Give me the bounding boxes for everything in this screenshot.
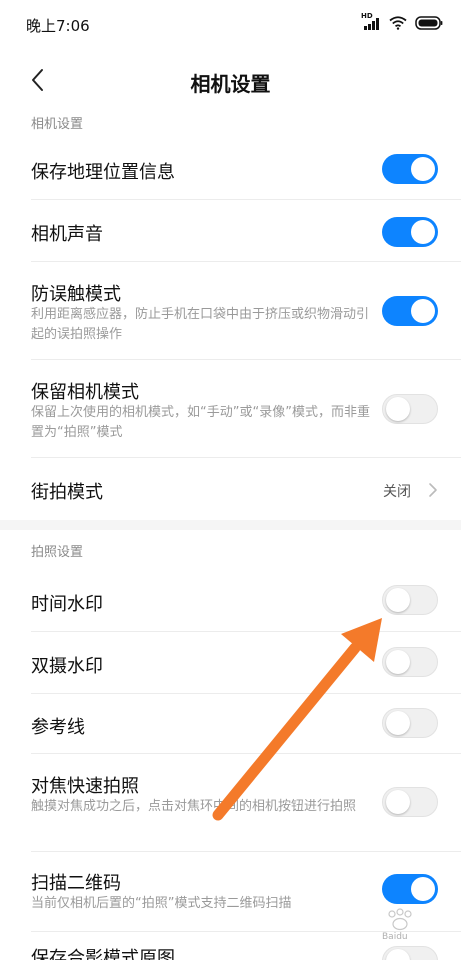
setting-row-dual-watermark[interactable]: 双摄水印	[0, 632, 461, 694]
keep-mode-toggle[interactable]	[382, 394, 438, 424]
section-header-photo: 拍照设置	[31, 545, 84, 560]
anti-mistouch-toggle[interactable]	[382, 296, 438, 326]
row-title: 参考线	[31, 717, 85, 738]
setting-row-grid-lines[interactable]: 参考线	[0, 694, 461, 754]
dual-watermark-toggle[interactable]	[382, 647, 438, 677]
section-header-camera: 相机设置	[31, 117, 84, 132]
row-title: 相机声音	[31, 224, 103, 245]
time-watermark-toggle[interactable]	[382, 585, 438, 615]
setting-row-time-watermark[interactable]: 时间水印	[0, 570, 461, 632]
status-icons: HD	[361, 12, 443, 32]
setting-row-focus-shoot[interactable]: 对焦快速拍照 触摸对焦成功之后，点击对焦环中间的相机按钮进行拍照	[0, 754, 461, 852]
battery-icon	[415, 16, 443, 30]
save-group-photo-toggle[interactable]	[382, 946, 438, 960]
row-description: 利用距离感应器，防止手机在口袋中由于挤压或织物滑动引起的误拍照操作	[31, 307, 370, 342]
watermark-text: Baidu	[382, 932, 408, 942]
row-title: 双摄水印	[31, 656, 103, 677]
setting-row-camera-sound[interactable]: 相机声音	[0, 200, 461, 262]
save-location-toggle[interactable]	[382, 154, 438, 184]
section-divider	[0, 520, 461, 530]
chevron-right-icon	[429, 483, 437, 497]
camera-sound-toggle[interactable]	[382, 217, 438, 247]
wifi-icon	[389, 16, 407, 30]
row-title: 保留相机模式	[31, 382, 139, 403]
row-title: 保存地理位置信息	[31, 162, 175, 183]
qr-scan-toggle[interactable]	[382, 874, 438, 904]
row-title: 防误触模式	[31, 284, 121, 305]
setting-row-save-location[interactable]: 保存地理位置信息	[0, 138, 461, 200]
row-title: 街拍模式	[31, 482, 103, 503]
status-bar: 晚上7:06 HD	[0, 0, 461, 50]
row-description: 当前仅相机后置的“拍照”模式支持二维码扫描	[31, 896, 292, 911]
signal-icon: HD	[361, 12, 381, 32]
focus-shoot-toggle[interactable]	[382, 787, 438, 817]
page-title: 相机设置	[190, 72, 271, 96]
setting-row-anti-mistouch[interactable]: 防误触模式 利用距离感应器，防止手机在口袋中由于挤压或织物滑动引起的误拍照操作	[0, 262, 461, 360]
grid-lines-toggle[interactable]	[382, 708, 438, 738]
row-title: 时间水印	[31, 594, 103, 615]
row-title: 保存合影模式原图	[31, 948, 175, 960]
street-mode-value: 关闭	[383, 484, 411, 500]
row-title: 对焦快速拍照	[31, 776, 139, 797]
row-description: 保留上次使用的相机模式，如“手动”或“录像”模式，而非重置为“拍照”模式	[31, 405, 370, 440]
setting-row-keep-mode[interactable]: 保留相机模式 保留上次使用的相机模式，如“手动”或“录像”模式，而非重置为“拍照…	[0, 360, 461, 458]
nav-bar: 相机设置	[0, 50, 461, 112]
setting-row-street-mode[interactable]: 街拍模式 关闭	[0, 458, 461, 520]
row-title: 扫描二维码	[31, 873, 121, 894]
status-time: 晚上7:06	[26, 17, 90, 35]
row-description: 触摸对焦成功之后，点击对焦环中间的相机按钮进行拍照	[31, 799, 357, 814]
